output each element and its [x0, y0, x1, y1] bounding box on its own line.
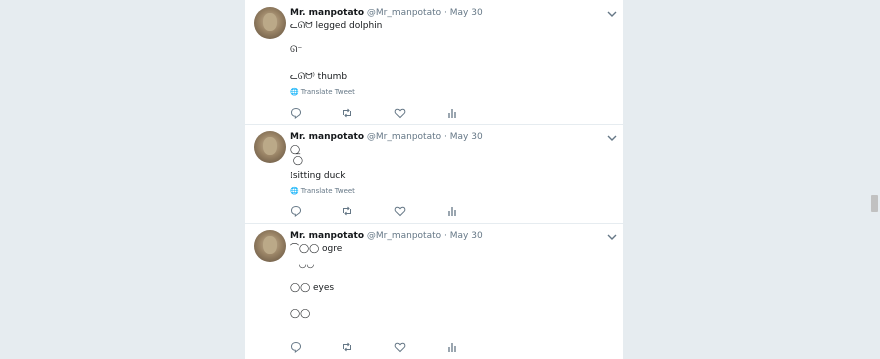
separator-dot: ·: [444, 231, 447, 241]
tweet-line: ⌒◯◯ ogre: [290, 244, 343, 254]
retweet-icon[interactable]: [341, 107, 353, 119]
tweet-line: ◯◯ eyes: [290, 283, 335, 293]
tweet-actions: [290, 205, 460, 217]
tweet-line: ᓚᘏᗢ⁾ thumb: [290, 72, 348, 82]
author-name[interactable]: Mr. manpotato: [290, 132, 364, 142]
translate-tweet-link[interactable]: 🌐 Translate Tweet: [290, 187, 355, 195]
like-icon[interactable]: [394, 341, 406, 353]
tweet-header: Mr. manpotato @Mr_manpotato · May 30: [290, 7, 483, 19]
scrollbar-thumb[interactable]: [871, 195, 878, 212]
avatar[interactable]: [254, 7, 286, 39]
author-handle[interactable]: @Mr_manpotato: [367, 8, 441, 18]
translate-tweet-link[interactable]: 🌐 Translate Tweet: [290, 88, 355, 96]
analytics-icon[interactable]: [446, 341, 458, 353]
author-name[interactable]: Mr. manpotato: [290, 231, 364, 241]
chevron-down-icon[interactable]: [607, 232, 617, 242]
tweet-date[interactable]: May 30: [450, 231, 483, 241]
tweet[interactable]: Mr. manpotato @Mr_manpotato · May 30 ⌒◯◯…: [245, 224, 623, 359]
tweet-line: ᘏ⁻: [290, 45, 303, 55]
tweet[interactable]: Mr. manpotato @Mr_manpotato · May 30 ◯̲ …: [245, 125, 623, 224]
chevron-down-icon[interactable]: [607, 133, 617, 143]
tweet-line: ⁞sitting duck: [290, 171, 346, 181]
reply-icon[interactable]: [290, 205, 302, 217]
chevron-down-icon[interactable]: [607, 9, 617, 19]
globe-icon: 🌐: [290, 187, 299, 195]
tweet-header: Mr. manpotato @Mr_manpotato · May 30: [290, 230, 483, 242]
author-name[interactable]: Mr. manpotato: [290, 8, 364, 18]
like-icon[interactable]: [394, 107, 406, 119]
tweet-date[interactable]: May 30: [450, 8, 483, 18]
tweet-line: ◡◡: [290, 260, 315, 270]
tweet-line: ᓚᘏᗢ legged dolphin: [290, 21, 383, 31]
tweet-date[interactable]: May 30: [450, 132, 483, 142]
analytics-icon[interactable]: [446, 205, 458, 217]
analytics-icon[interactable]: [446, 107, 458, 119]
translate-label: Translate Tweet: [300, 88, 355, 96]
translate-label: Translate Tweet: [300, 187, 355, 195]
globe-icon: 🌐: [290, 88, 299, 96]
tweet-line: ◯◯: [290, 309, 311, 319]
timeline: Mr. manpotato @Mr_manpotato · May 30 ᓚᘏᗢ…: [245, 0, 623, 359]
author-handle[interactable]: @Mr_manpotato: [367, 132, 441, 142]
reply-icon[interactable]: [290, 107, 302, 119]
tweet-actions: [290, 341, 460, 353]
avatar[interactable]: [254, 230, 286, 262]
tweet-actions: [290, 107, 460, 119]
retweet-icon[interactable]: [341, 205, 353, 217]
retweet-icon[interactable]: [341, 341, 353, 353]
like-icon[interactable]: [394, 205, 406, 217]
avatar[interactable]: [254, 131, 286, 163]
author-handle[interactable]: @Mr_manpotato: [367, 231, 441, 241]
reply-icon[interactable]: [290, 341, 302, 353]
separator-dot: ·: [444, 8, 447, 18]
tweet-line: ◯: [290, 156, 303, 166]
tweet-header: Mr. manpotato @Mr_manpotato · May 30: [290, 131, 483, 143]
separator-dot: ·: [444, 132, 447, 142]
tweet[interactable]: Mr. manpotato @Mr_manpotato · May 30 ᓚᘏᗢ…: [245, 0, 623, 125]
